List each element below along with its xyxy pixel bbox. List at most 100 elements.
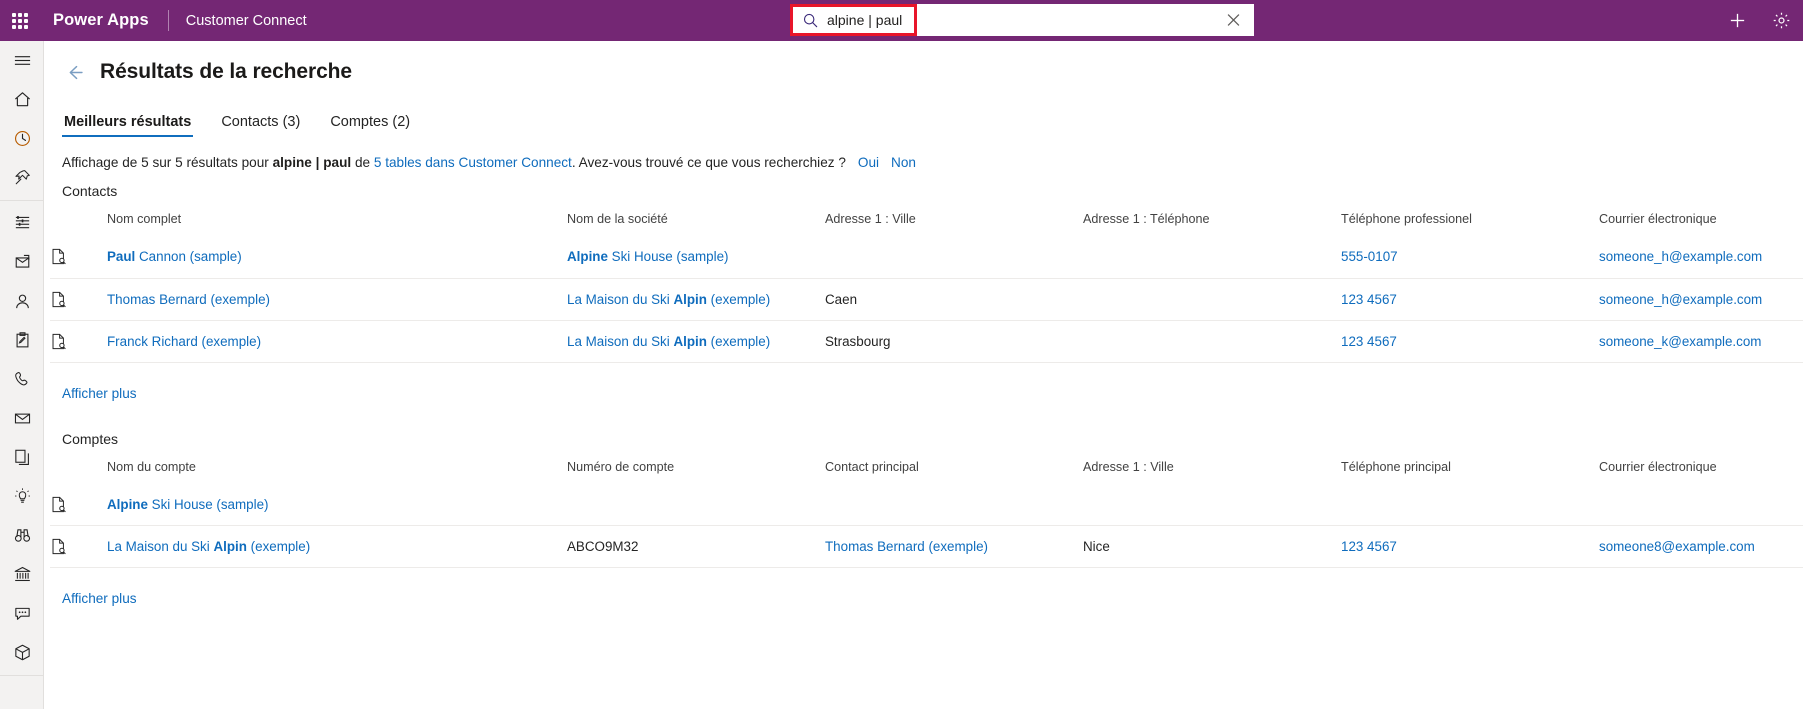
company-match: Alpine bbox=[567, 249, 608, 265]
company-rest: (exemple) bbox=[706, 333, 771, 349]
phone-icon bbox=[14, 372, 27, 386]
table-row[interactable]: Alpine Ski House (sample) bbox=[50, 483, 1803, 526]
row-icon-cell bbox=[50, 278, 107, 321]
contact-email-cell[interactable]: someone_h@example.com bbox=[1599, 236, 1803, 279]
sidebar-item-tasks[interactable] bbox=[0, 321, 44, 360]
search-input[interactable]: alpine | paul bbox=[827, 12, 902, 28]
accounts-col-primary-contact[interactable]: Contact principal bbox=[825, 456, 1083, 484]
table-row[interactable]: La Maison du Ski Alpin (exemple) ABCO9M3… bbox=[50, 525, 1803, 568]
tab-accounts[interactable]: Comptes (2) bbox=[328, 114, 412, 137]
tables-link[interactable]: 5 tables dans Customer Connect bbox=[374, 155, 572, 170]
sidebar-item-dashboards[interactable] bbox=[0, 204, 44, 243]
contacts-show-more-link[interactable]: Afficher plus bbox=[62, 386, 137, 401]
row-icon-cell bbox=[50, 236, 107, 279]
table-row[interactable]: Paul Cannon (sample) Alpine Ski House (s… bbox=[50, 236, 1803, 279]
contact-address-phone-cell bbox=[1083, 278, 1341, 321]
sidebar-item-recent[interactable] bbox=[0, 119, 44, 158]
contact-business-phone-cell[interactable]: 123 4567 bbox=[1341, 278, 1599, 321]
brand-title[interactable]: Power Apps bbox=[53, 11, 149, 30]
contact-email-cell[interactable]: someone_h@example.com bbox=[1599, 278, 1803, 321]
sidebar-item-products[interactable] bbox=[0, 633, 44, 672]
contacts-col-business-phone[interactable]: Téléphone professionel bbox=[1341, 208, 1599, 236]
contacts-col-fullname[interactable]: Nom complet bbox=[107, 208, 567, 236]
dashboard-icon bbox=[15, 215, 29, 229]
search-input-container[interactable]: alpine | paul bbox=[790, 4, 1254, 36]
contacts-col-email[interactable]: Courrier électronique bbox=[1599, 208, 1803, 236]
tab-best-results[interactable]: Meilleurs résultats bbox=[62, 114, 194, 137]
feedback-no-link[interactable]: Non bbox=[891, 155, 916, 170]
feedback-yes-link[interactable]: Oui bbox=[858, 155, 879, 170]
summary-suffix: . Avez-vous trouvé ce que vous recherchi… bbox=[571, 155, 846, 170]
summary-query: alpine | paul bbox=[272, 155, 352, 170]
gear-icon bbox=[1773, 12, 1789, 29]
company-pre: La Maison du Ski bbox=[567, 333, 674, 349]
contact-city-cell: Strasbourg bbox=[825, 320, 1083, 363]
company-rest: Ski House (sample) bbox=[607, 249, 729, 265]
sidebar-item-discover[interactable] bbox=[0, 516, 44, 555]
contact-business-phone-cell[interactable]: 555-0107 bbox=[1341, 236, 1599, 279]
contact-name-match: Paul bbox=[107, 249, 136, 265]
main-content: Résultats de la recherche Meilleurs résu… bbox=[45, 41, 1803, 709]
sidebar-item-activities[interactable] bbox=[0, 243, 44, 282]
contact-name-cell[interactable]: Thomas Bernard (exemple) bbox=[107, 278, 567, 321]
contacts-col-address-phone[interactable]: Adresse 1 : Téléphone bbox=[1083, 208, 1341, 236]
account-primary-contact-cell[interactable]: Thomas Bernard (exemple) bbox=[825, 525, 1083, 568]
brand-divider bbox=[167, 10, 169, 31]
sidebar-item-insights[interactable] bbox=[0, 477, 44, 516]
accounts-table: Nom du compte Numéro de compte Contact p… bbox=[50, 456, 1803, 568]
close-icon[interactable] bbox=[1227, 14, 1240, 27]
sidebar-item-pinned[interactable] bbox=[0, 158, 44, 197]
accounts-col-email[interactable]: Courrier électronique bbox=[1599, 456, 1803, 484]
accounts-col-main-phone[interactable]: Téléphone principal bbox=[1341, 456, 1599, 484]
account-email-cell[interactable]: someone8@example.com bbox=[1599, 525, 1803, 568]
rail-divider-top bbox=[0, 200, 43, 201]
contact-company-cell[interactable]: La Maison du Ski Alpin (exemple) bbox=[567, 278, 825, 321]
back-button[interactable] bbox=[61, 59, 87, 85]
account-name-cell[interactable]: Alpine Ski House (sample) bbox=[107, 483, 567, 526]
accounts-table-header: Nom du compte Numéro de compte Contact p… bbox=[50, 456, 1803, 484]
contact-name-rest: Franck Richard (exemple) bbox=[107, 333, 262, 349]
account-city-cell: Nice bbox=[1083, 525, 1341, 568]
contact-email-cell[interactable]: someone_k@example.com bbox=[1599, 320, 1803, 363]
record-contact-icon bbox=[50, 291, 107, 308]
add-button[interactable] bbox=[1715, 0, 1759, 41]
contact-name-cell[interactable]: Paul Cannon (sample) bbox=[107, 236, 567, 279]
contacts-col-company[interactable]: Nom de la société bbox=[567, 208, 825, 236]
account-main-phone-cell[interactable] bbox=[1341, 483, 1599, 526]
copy-icon bbox=[14, 449, 29, 465]
sidebar-item-contacts[interactable] bbox=[0, 282, 44, 321]
accounts-col-city[interactable]: Adresse 1 : Ville bbox=[1083, 456, 1341, 484]
account-primary-contact-cell[interactable] bbox=[825, 483, 1083, 526]
account-email-cell[interactable] bbox=[1599, 483, 1803, 526]
accounts-col-number[interactable]: Numéro de compte bbox=[567, 456, 825, 484]
contact-business-phone-cell[interactable]: 123 4567 bbox=[1341, 320, 1599, 363]
record-account-icon bbox=[50, 538, 107, 555]
sidebar-item-home[interactable] bbox=[0, 80, 44, 119]
app-launcher-button[interactable] bbox=[0, 0, 40, 41]
tab-contacts[interactable]: Contacts (3) bbox=[219, 114, 302, 137]
sidebar-item-documents[interactable] bbox=[0, 438, 44, 477]
contact-address-phone-cell bbox=[1083, 236, 1341, 279]
account-name-cell[interactable]: La Maison du Ski Alpin (exemple) bbox=[107, 525, 567, 568]
contacts-table: Nom complet Nom de la société Adresse 1 … bbox=[50, 208, 1803, 363]
account-main-phone-cell[interactable]: 123 4567 bbox=[1341, 525, 1599, 568]
hamburger-menu-button[interactable] bbox=[0, 41, 44, 80]
table-row[interactable]: Thomas Bernard (exemple) La Maison du Sk… bbox=[50, 278, 1803, 321]
settings-button[interactable] bbox=[1759, 0, 1803, 41]
company-match: Alpin bbox=[673, 333, 707, 349]
contact-name-cell[interactable]: Franck Richard (exemple) bbox=[107, 320, 567, 363]
accounts-show-more-link[interactable]: Afficher plus bbox=[62, 591, 137, 606]
summary-prefix: Affichage de 5 sur 5 résultats pour bbox=[62, 155, 273, 170]
sidebar-item-accounts[interactable] bbox=[0, 555, 44, 594]
app-name-label[interactable]: Customer Connect bbox=[186, 13, 307, 29]
sidebar-item-phone-calls[interactable] bbox=[0, 360, 44, 399]
table-row[interactable]: Franck Richard (exemple) La Maison du Sk… bbox=[50, 320, 1803, 363]
accounts-col-name[interactable]: Nom du compte bbox=[107, 456, 567, 484]
contact-company-cell[interactable]: Alpine Ski House (sample) bbox=[567, 236, 825, 279]
sidebar-item-emails[interactable] bbox=[0, 399, 44, 438]
contacts-col-city[interactable]: Adresse 1 : Ville bbox=[825, 208, 1083, 236]
contact-company-cell[interactable]: La Maison du Ski Alpin (exemple) bbox=[567, 320, 825, 363]
contacts-table-header: Nom complet Nom de la société Adresse 1 … bbox=[50, 208, 1803, 236]
sidebar-item-feedback[interactable] bbox=[0, 594, 44, 633]
hamburger-icon bbox=[14, 56, 30, 65]
